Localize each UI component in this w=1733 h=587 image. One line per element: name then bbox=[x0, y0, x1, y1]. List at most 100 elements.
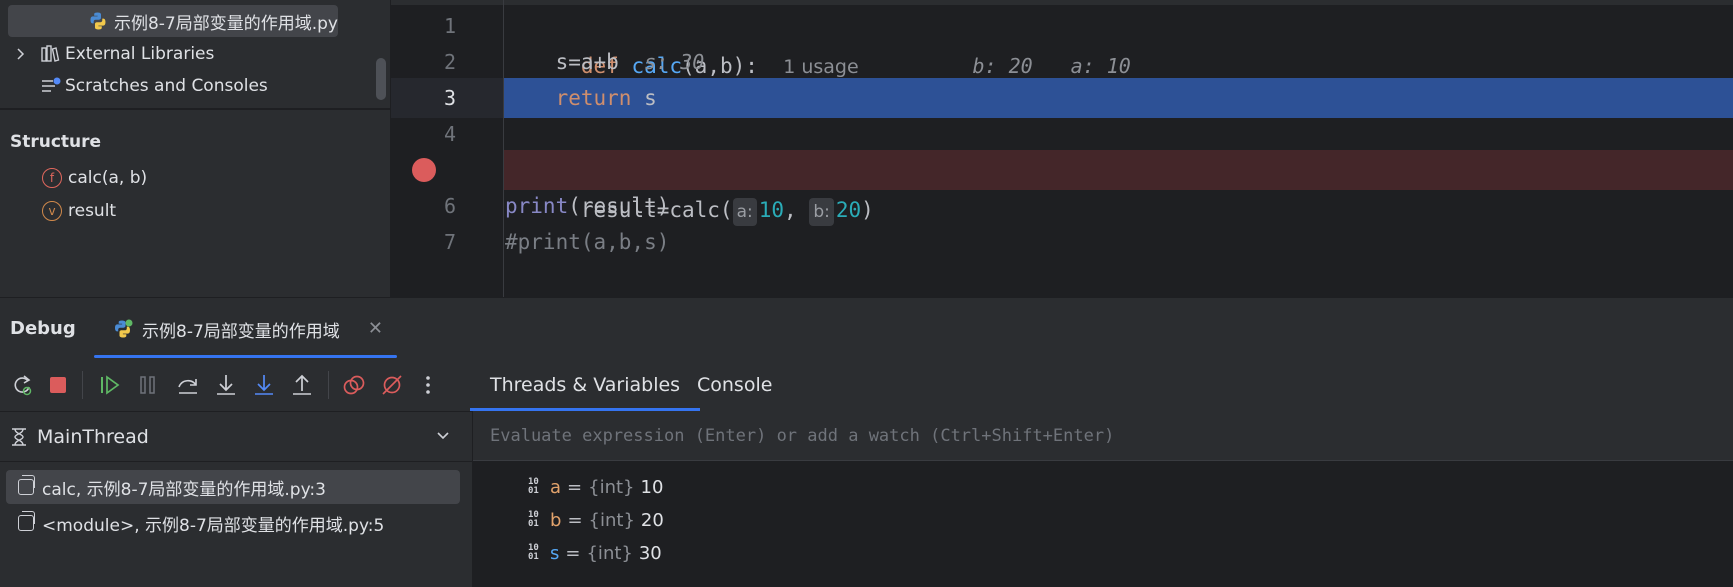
variable-type: {int} bbox=[586, 542, 633, 564]
debug-session-tab[interactable]: 示例8-7局部变量的作用域 ✕ bbox=[94, 298, 397, 360]
evaluate-expression-input[interactable] bbox=[473, 411, 1733, 461]
breakpoint-icon[interactable] bbox=[412, 158, 436, 182]
mute-breakpoints-button[interactable] bbox=[378, 371, 406, 399]
stop-button[interactable] bbox=[44, 371, 72, 399]
debug-toolbar bbox=[0, 359, 470, 411]
execution-point-highlight bbox=[504, 78, 1733, 118]
frame-label: <module>, 示例8-7局部变量的作用域.py:5 bbox=[42, 515, 385, 536]
variable-type: {int} bbox=[588, 476, 635, 498]
comment: #print(a,b,s) bbox=[505, 230, 670, 254]
stack-frame[interactable]: calc, 示例8-7局部变量的作用域.py:3 bbox=[6, 470, 460, 504]
tree-item-label: Scratches and Consoles bbox=[65, 76, 268, 96]
project-scrollbar[interactable] bbox=[376, 58, 386, 100]
rerun-icon bbox=[14, 375, 32, 396]
variable-row[interactable]: 10 01 a = {int} 10 bbox=[528, 470, 663, 504]
structure-item-label: calc(a, b) bbox=[68, 168, 148, 188]
code-text: s=a+b bbox=[555, 50, 619, 74]
code-text: s bbox=[631, 86, 657, 110]
more-vertical-icon bbox=[426, 376, 430, 394]
step-out-button[interactable] bbox=[288, 371, 316, 399]
step-into-icon bbox=[217, 375, 235, 395]
more-options-button[interactable] bbox=[414, 371, 442, 399]
structure-panel: Structure f calc(a, b) v result bbox=[0, 109, 390, 297]
code-line[interactable]: 6 print(result) bbox=[391, 186, 1733, 226]
debug-content-tabs: Threads & Variables Console bbox=[470, 359, 1733, 411]
tab-threads-variables[interactable]: Threads & Variables bbox=[470, 359, 701, 411]
mute-breakpoints-icon bbox=[382, 375, 402, 395]
int-type-icon: 10 01 bbox=[528, 543, 539, 562]
view-breakpoints-icon bbox=[343, 375, 365, 395]
project-tree: 示例8-7局部变量的作用域.py External Libraries Scra… bbox=[0, 0, 390, 108]
line-number: 1 bbox=[443, 14, 456, 38]
python-file-icon bbox=[90, 12, 106, 30]
int-type-icon: 10 01 bbox=[528, 477, 539, 496]
code-line-current[interactable]: 3 return s bbox=[391, 78, 1733, 118]
line-number: 7 bbox=[443, 230, 456, 254]
step-into-my-code-button[interactable] bbox=[250, 371, 278, 399]
editor-top-border bbox=[391, 0, 1733, 5]
rerun-button[interactable] bbox=[8, 371, 36, 399]
tab-label: Console bbox=[697, 374, 773, 396]
stop-icon bbox=[50, 377, 66, 393]
structure-item-label: result bbox=[68, 201, 117, 221]
inline-value-s: s: 30 bbox=[644, 50, 705, 74]
variable-value: 30 bbox=[638, 542, 662, 564]
pause-icon bbox=[140, 376, 155, 394]
debug-title: Debug bbox=[10, 318, 76, 339]
variable-row[interactable]: 10 01 b = {int} 20 bbox=[528, 503, 664, 537]
view-breakpoints-button[interactable] bbox=[340, 371, 368, 399]
frame-icon bbox=[18, 475, 35, 495]
line-number: 3 bbox=[443, 86, 456, 110]
chevron-down-icon[interactable] bbox=[434, 426, 452, 444]
tree-item-python-file[interactable]: 示例8-7局部变量的作用域.py bbox=[8, 5, 338, 37]
line-number: 6 bbox=[443, 194, 456, 218]
thread-icon bbox=[12, 427, 26, 446]
variable-icon: v bbox=[42, 201, 62, 221]
code-line[interactable]: 4 bbox=[391, 114, 1733, 154]
function-icon: f bbox=[42, 168, 62, 188]
frame-label: calc, 示例8-7局部变量的作用域.py:3 bbox=[42, 479, 326, 500]
code-editor[interactable]: 1 def calc(a,b): 1 usage b: 20 a: 10 2 s… bbox=[391, 0, 1733, 297]
variable-value: 10 bbox=[640, 476, 664, 498]
step-out-icon bbox=[293, 374, 311, 395]
frame-icon bbox=[18, 511, 35, 531]
tab-label: Threads & Variables bbox=[490, 374, 681, 396]
structure-item-result[interactable]: v result bbox=[42, 197, 116, 225]
builtin-function: print bbox=[505, 194, 569, 218]
variable-type: {int} bbox=[588, 509, 635, 531]
variable-value: 20 bbox=[640, 509, 664, 531]
thread-name: MainThread bbox=[37, 425, 149, 448]
stack-frame[interactable]: <module>, 示例8-7局部变量的作用域.py:5 bbox=[6, 506, 460, 540]
thread-selector[interactable]: MainThread bbox=[0, 412, 472, 462]
structure-title: Structure bbox=[10, 132, 102, 152]
code-line[interactable]: 1 def calc(a,b): 1 usage b: 20 a: 10 bbox=[391, 6, 1733, 78]
resume-button[interactable] bbox=[96, 371, 124, 399]
close-icon[interactable]: ✕ bbox=[368, 318, 383, 339]
variable-name: b bbox=[550, 509, 562, 531]
tree-item-external-libraries[interactable]: External Libraries bbox=[12, 38, 214, 70]
keyword: return bbox=[555, 86, 632, 110]
code-line[interactable]: 7 #print(a,b,s) bbox=[391, 222, 1733, 262]
toolbar-separator bbox=[328, 371, 329, 399]
tree-item-scratches[interactable]: Scratches and Consoles bbox=[40, 70, 268, 102]
line-number: 4 bbox=[443, 122, 456, 146]
pause-button[interactable] bbox=[134, 371, 162, 399]
code-line[interactable]: 2 s=a+b s: 30 bbox=[391, 42, 1733, 82]
scratches-icon bbox=[42, 77, 61, 92]
debug-tool-window-header: Debug 示例8-7局部变量的作用域 ✕ bbox=[0, 297, 1733, 359]
structure-item-calc[interactable]: f calc(a, b) bbox=[42, 164, 147, 192]
debug-session-label: 示例8-7局部变量的作用域 bbox=[142, 321, 340, 342]
chevron-right-icon[interactable] bbox=[12, 46, 28, 62]
python-debug-icon bbox=[115, 319, 133, 338]
frames-panel: MainThread calc, 示例8-7局部变量的作用域.py:3 <mod… bbox=[0, 411, 473, 587]
code-line-breakpoint[interactable]: result=calc(a: 10, b: 20) bbox=[391, 150, 1733, 226]
tab-console[interactable]: Console bbox=[685, 359, 784, 411]
step-over-button[interactable] bbox=[174, 371, 202, 399]
variable-row[interactable]: 10 01 s = {int} 30 bbox=[528, 536, 662, 570]
toolbar-separator bbox=[82, 371, 83, 399]
tree-item-label: 示例8-7局部变量的作用域.py bbox=[113, 13, 338, 34]
step-into-button[interactable] bbox=[212, 371, 240, 399]
code-text: (result) bbox=[568, 194, 670, 218]
step-into-my-code-icon bbox=[255, 375, 273, 395]
tree-item-label: External Libraries bbox=[65, 44, 215, 64]
